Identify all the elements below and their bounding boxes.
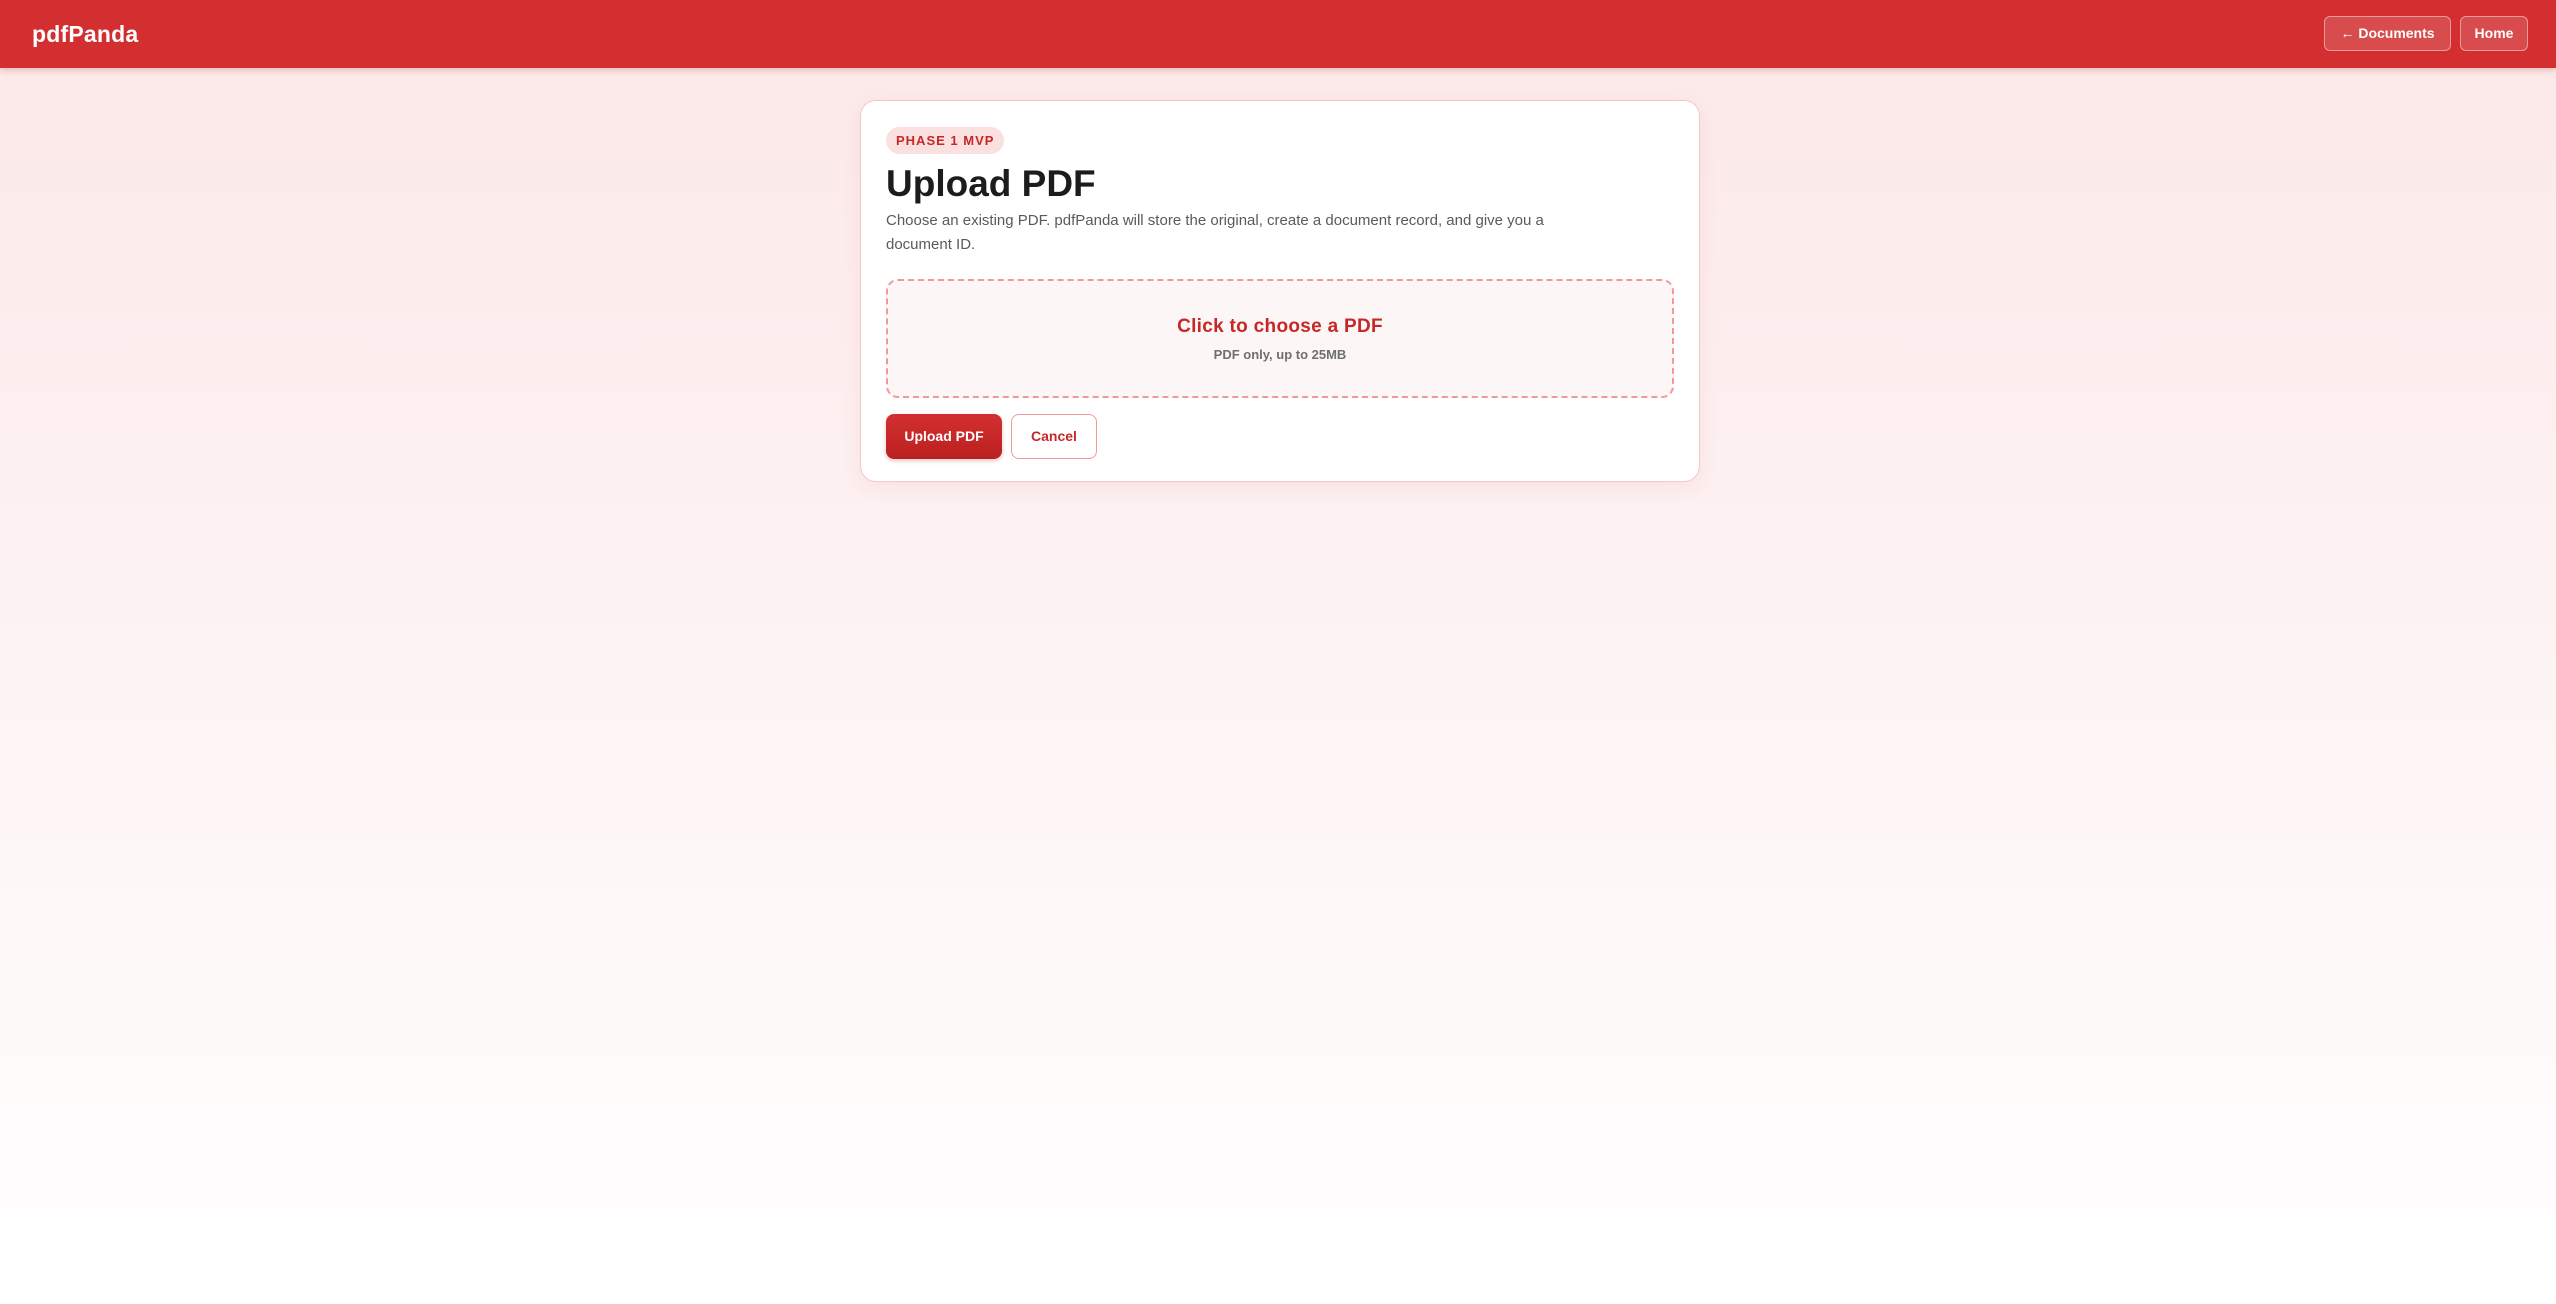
documents-link-button[interactable]: ← Documents bbox=[2324, 16, 2451, 51]
upload-pdf-button[interactable]: Upload PDF bbox=[886, 414, 1002, 459]
top-navigation-bar: pdfPanda ← Documents Home bbox=[0, 0, 2556, 68]
dropzone-title: Click to choose a PDF bbox=[1177, 316, 1383, 337]
page-description: Choose an existing PDF. pdfPanda will st… bbox=[886, 212, 1544, 253]
home-button[interactable]: Home bbox=[2460, 16, 2528, 51]
page-title: Upload PDF bbox=[886, 163, 1096, 204]
phase-badge: PHASE 1 MVP bbox=[886, 127, 1005, 154]
upload-card: PHASE 1 MVP Upload PDF Choose an existin… bbox=[860, 100, 1700, 482]
app-logo[interactable]: pdfPanda bbox=[32, 0, 138, 68]
file-dropzone[interactable]: Click to choose a PDF PDF only, up to 25… bbox=[886, 279, 1674, 398]
dropzone-subtitle: PDF only, up to 25MB bbox=[1213, 347, 1347, 362]
cancel-button[interactable]: Cancel bbox=[1011, 414, 1097, 459]
